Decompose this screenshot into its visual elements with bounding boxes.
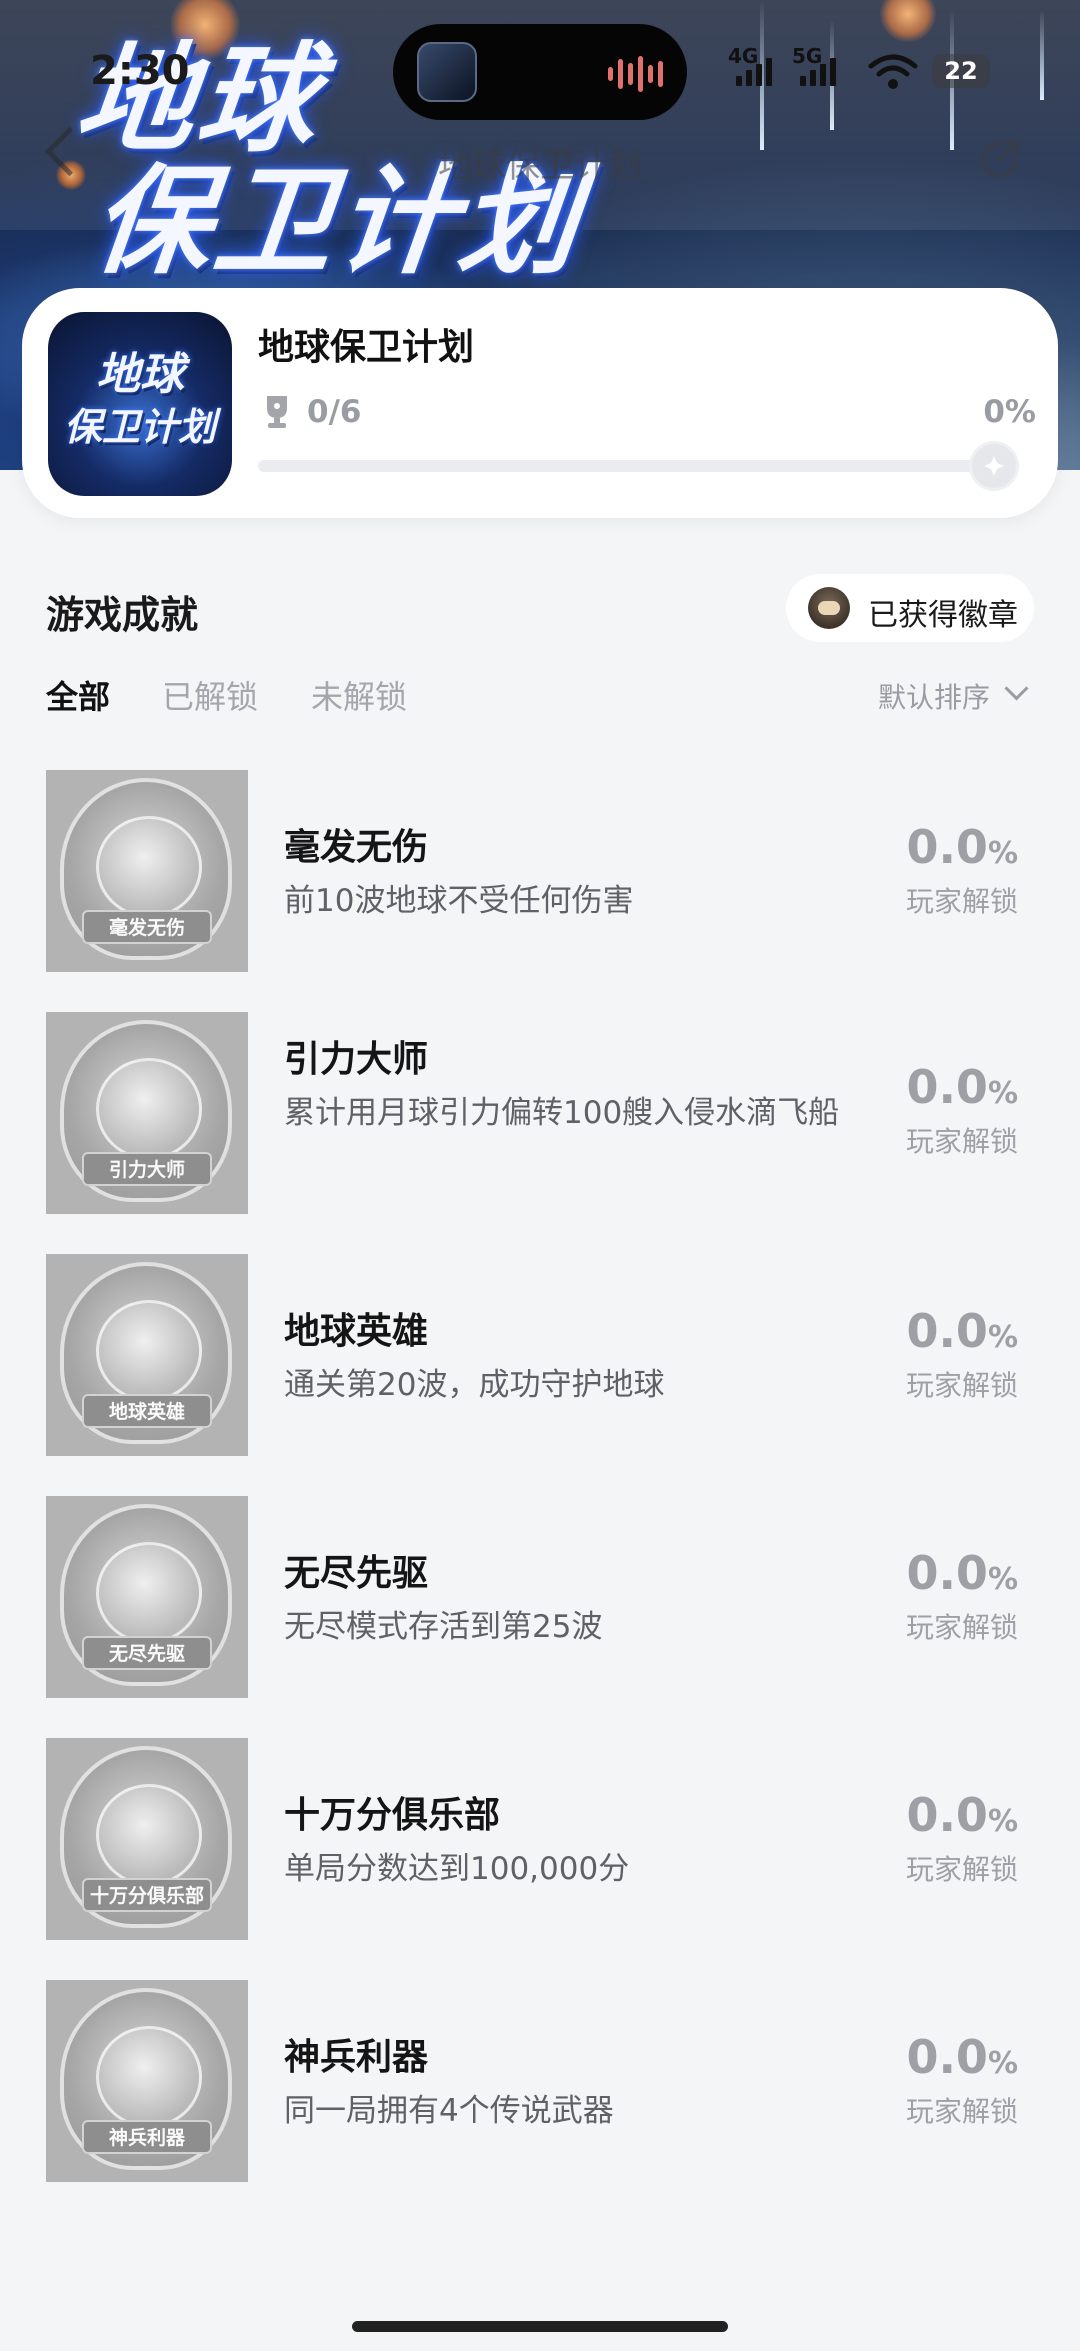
tab-all[interactable]: 全部	[46, 672, 110, 718]
game-icon[interactable]: 地球 保卫计划	[48, 312, 232, 496]
achievement-item[interactable]: 无尽先驱 无尽先驱 无尽模式存活到第25波 0.0% 玩家解锁	[0, 1496, 1080, 1698]
wifi-icon	[868, 54, 918, 89]
achievement-badge-image: 无尽先驱	[46, 1496, 248, 1698]
achievement-name: 毫发无伤	[284, 827, 429, 868]
share-icon[interactable]	[975, 136, 1023, 184]
achievement-progress-count: 0/6	[307, 394, 362, 430]
achievement-item[interactable]: 神兵利器 神兵利器 同一局拥有4个传说武器 0.0% 玩家解锁	[0, 1980, 1080, 2182]
achievement-name: 十万分俱乐部	[284, 1795, 501, 1836]
achievement-name: 神兵利器	[284, 2037, 429, 2078]
earned-badges-label: 已获得徽章	[868, 598, 1018, 633]
achievement-badge-image: 地球英雄	[46, 1254, 248, 1456]
achievement-unlock-rate: 0.0%	[906, 2030, 1018, 2084]
achievement-item[interactable]: 地球英雄 地球英雄 通关第20波，成功守护地球 0.0% 玩家解锁	[0, 1254, 1080, 1456]
achievement-description: 累计用月球引力偏转100艘入侵水滴飞船	[284, 1095, 840, 1131]
game-progress-card: 地球 保卫计划 地球保卫计划 0/6 0%	[22, 288, 1058, 518]
game-name: 地球保卫计划	[258, 327, 475, 368]
achievement-description: 同一局拥有4个传说武器	[284, 2093, 614, 2129]
achievement-description: 前10波地球不受任何伤害	[284, 883, 634, 919]
achievement-item[interactable]: 引力大师 引力大师 累计用月球引力偏转100艘入侵水滴飞船 0.0% 玩家解锁	[0, 1012, 1080, 1214]
status-time: 2:30	[90, 48, 190, 94]
achievement-progress-percent: 0%	[983, 394, 1036, 430]
tab-unlocked[interactable]: 已解锁	[162, 672, 258, 718]
achievement-unlock-rate: 0.0%	[906, 1788, 1018, 1842]
achievement-unlock-label: 玩家解锁	[905, 2095, 1018, 2128]
achievement-badge-image: 引力大师	[46, 1012, 248, 1214]
sort-dropdown[interactable]: 默认排序	[878, 676, 990, 716]
achievement-description: 无尽模式存活到第25波	[284, 1609, 603, 1645]
chevron-down-icon[interactable]	[1004, 676, 1029, 701]
achievement-unlock-rate: 0.0%	[906, 1304, 1018, 1358]
achievement-item[interactable]: 十万分俱乐部 十万分俱乐部 单局分数达到100,000分 0.0% 玩家解锁	[0, 1738, 1080, 1940]
achievement-name: 地球英雄	[284, 1311, 429, 1352]
nav-title: 地球保卫计划	[438, 146, 642, 186]
achievement-name: 无尽先驱	[284, 1553, 429, 1594]
achievement-unlock-label: 玩家解锁	[905, 1125, 1018, 1158]
avatar	[808, 587, 850, 629]
battery-indicator: 22	[932, 54, 990, 88]
achievement-unlock-label: 玩家解锁	[905, 1611, 1018, 1644]
dynamic-island[interactable]	[393, 24, 687, 120]
earned-badges-button[interactable]: 已获得徽章	[786, 574, 1034, 642]
achievement-item[interactable]: 毫发无伤 毫发无伤 前10波地球不受任何伤害 0.0% 玩家解锁	[0, 770, 1080, 972]
now-playing-thumbnail	[417, 42, 477, 102]
signal-4g-icon	[736, 58, 772, 86]
achievement-badge-image: 十万分俱乐部	[46, 1738, 248, 1940]
achievement-description: 通关第20波，成功守护地球	[284, 1367, 665, 1403]
achievement-unlock-rate: 0.0%	[906, 820, 1018, 874]
audio-wave-icon	[608, 54, 663, 94]
achievement-unlock-rate: 0.0%	[906, 1546, 1018, 1600]
progress-end-marker-icon	[972, 444, 1016, 488]
achievement-unlock-label: 玩家解锁	[905, 885, 1018, 918]
achievement-badge-image: 神兵利器	[46, 1980, 248, 2182]
achievement-name: 引力大师	[284, 1039, 429, 1080]
section-title: 游戏成就	[46, 593, 199, 637]
achievement-unlock-rate: 0.0%	[906, 1060, 1018, 1114]
achievement-unlock-label: 玩家解锁	[905, 1853, 1018, 1886]
achievement-progress-bar	[258, 460, 1008, 472]
achievement-unlock-label: 玩家解锁	[905, 1369, 1018, 1402]
tab-locked[interactable]: 未解锁	[311, 672, 407, 718]
signal-5g-icon	[800, 58, 836, 86]
home-indicator[interactable]	[352, 2321, 728, 2332]
achievement-badge-image: 毫发无伤	[46, 770, 248, 972]
achievement-description: 单局分数达到100,000分	[284, 1851, 630, 1887]
trophy-icon	[267, 396, 287, 428]
